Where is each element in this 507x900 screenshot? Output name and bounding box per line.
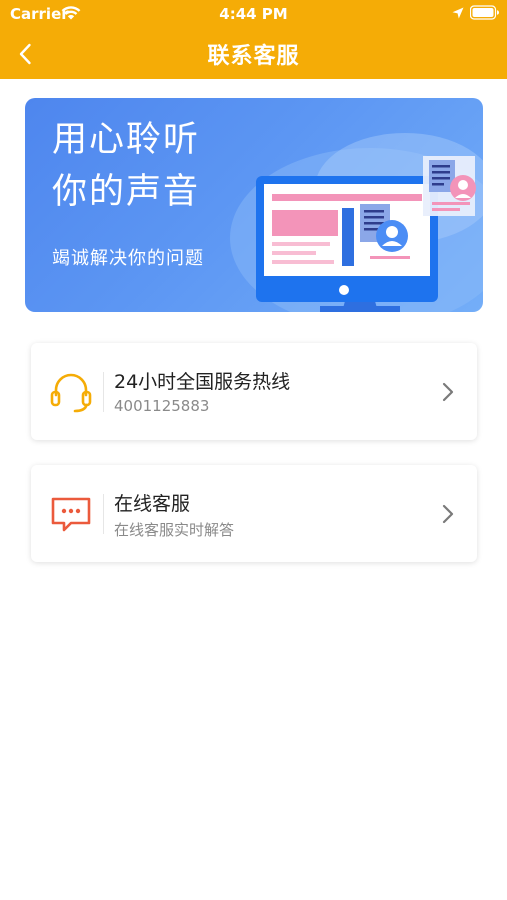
chevron-right-icon xyxy=(442,504,454,524)
banner-subtitle: 竭诚解决你的问题 xyxy=(52,248,204,269)
status-bar: Carrier 4:44 PM xyxy=(0,0,507,26)
chevron-right-icon xyxy=(442,382,454,402)
headset-icon xyxy=(50,373,92,413)
promo-banner: 用心聆听 你的声音 竭诚解决你的问题 xyxy=(25,98,483,312)
battery-icon xyxy=(470,5,499,20)
banner-title: 用心聆听 你的声音 xyxy=(52,114,200,218)
support-illustration xyxy=(230,133,483,312)
online-service-subtitle: 在线客服实时解答 xyxy=(114,521,235,539)
header: Carrier 4:44 PM 联系客服 xyxy=(0,0,507,79)
banner-title-line1: 用心聆听 xyxy=(52,120,201,160)
online-service-card[interactable]: 在线客服 在线客服实时解答 xyxy=(31,465,477,562)
contact-support-screen: Carrier 4:44 PM 联系客服 用心聆听 你的声音 竭诚解决你的问题 … xyxy=(0,0,507,900)
card-divider xyxy=(103,372,104,412)
online-service-title: 在线客服 xyxy=(114,493,191,515)
status-time: 4:44 PM xyxy=(219,5,288,23)
location-arrow-icon xyxy=(452,7,464,19)
nav-bar: 联系客服 xyxy=(0,26,507,79)
hotline-number: 4001125883 xyxy=(114,397,210,415)
banner-title-line2: 你的声音 xyxy=(52,172,201,212)
page-title: 联系客服 xyxy=(207,44,300,69)
hotline-title: 24小时全国服务热线 xyxy=(114,371,291,393)
card-divider xyxy=(103,494,104,534)
hotline-card[interactable]: 24小时全国服务热线 4001125883 xyxy=(31,343,477,440)
chat-bubble-icon xyxy=(51,497,91,532)
